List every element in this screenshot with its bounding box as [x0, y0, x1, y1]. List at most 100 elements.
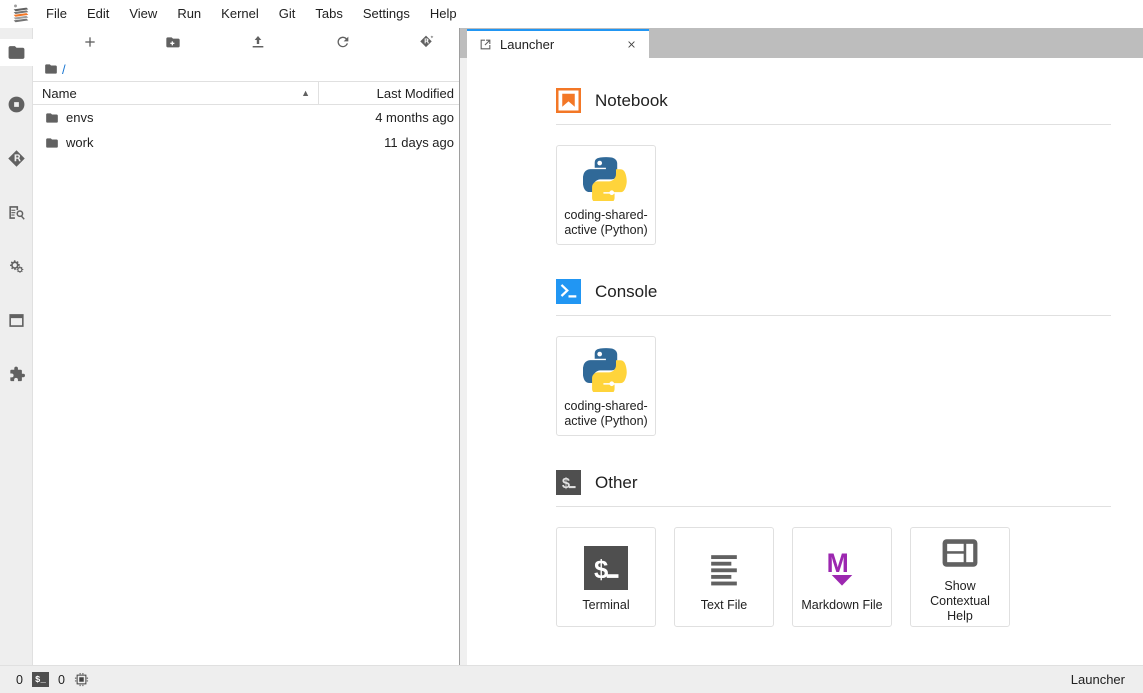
menu-help[interactable]: Help [421, 3, 466, 25]
launcher-card-show-contextual-help[interactable]: Show Contextual Help [910, 527, 1010, 627]
launcher-card-label: Show Contextual Help [917, 579, 1003, 624]
refresh-button[interactable] [329, 30, 357, 54]
table-row[interactable]: work 11 days ago [33, 130, 459, 155]
python-logo-icon [583, 343, 629, 395]
jupyterlab-window: File Edit View Run Kernel Git Tabs Setti… [0, 0, 1143, 693]
launcher-card-terminal[interactable]: $ Terminal [556, 527, 656, 627]
menu-git[interactable]: Git [270, 3, 305, 25]
breadcrumb[interactable]: / [33, 57, 459, 81]
launcher-card-label: Markdown File [801, 598, 882, 613]
file-browser-panel: / Name ▲ Last Modified envs 4 months ago… [33, 28, 460, 665]
launcher-section-console: Console cod [467, 279, 1143, 436]
file-row-name-cell: envs [33, 110, 319, 125]
folder-icon [45, 111, 59, 125]
upload-icon [250, 34, 266, 50]
launcher-card-console-kernel[interactable]: coding-shared-active (Python) [556, 336, 656, 436]
section-title-console: Console [595, 282, 657, 302]
menu-edit[interactable]: Edit [78, 3, 118, 25]
file-name-label: envs [66, 110, 93, 125]
sidebar-item-open-tabs[interactable] [0, 307, 33, 334]
close-icon [626, 39, 637, 50]
menu-tabs[interactable]: Tabs [306, 3, 351, 25]
terminal-dollar-icon[interactable]: $_ [32, 672, 49, 687]
menu-bar: File Edit View Run Kernel Git Tabs Setti… [0, 0, 1143, 29]
activity-bar [0, 28, 33, 665]
gears-icon [7, 257, 26, 276]
file-name-label: work [66, 135, 93, 150]
sidebar-item-file-browser[interactable] [0, 39, 34, 66]
file-modified-label: 11 days ago [319, 135, 459, 150]
plus-icon [82, 34, 98, 50]
terminal-dollar-icon: $ [584, 542, 628, 594]
sidebar-item-running-sessions[interactable] [0, 91, 33, 118]
main-area: Launcher [460, 28, 1143, 665]
sort-ascending-icon: ▲ [301, 88, 310, 98]
new-launcher-button[interactable] [76, 30, 104, 54]
upload-files-button[interactable] [244, 30, 272, 54]
sidebar-item-git[interactable] [0, 145, 33, 172]
file-list: envs 4 months ago work 11 days ago [33, 105, 459, 155]
window-icon [7, 311, 26, 330]
menu-kernel[interactable]: Kernel [212, 3, 268, 25]
card-row-other: $ Terminal [556, 527, 1143, 627]
launcher-card-markdown-file[interactable]: M Markdown File [792, 527, 892, 627]
menu-run[interactable]: Run [168, 3, 210, 25]
puzzle-piece-icon [7, 365, 26, 384]
sidebar-item-document-search[interactable] [0, 199, 33, 226]
tab-bar: Launcher [460, 28, 1143, 58]
launcher-section-notebook: Notebook co [467, 88, 1143, 245]
new-folder-button[interactable] [159, 30, 187, 54]
status-bar: 0 $_ 0 Launcher [0, 665, 1143, 693]
file-row-name-cell: work [33, 135, 319, 150]
contextual-help-icon [938, 531, 982, 575]
section-title-other: Other [595, 473, 638, 493]
svg-text:$: $ [594, 556, 609, 585]
sidebar-item-commands[interactable] [0, 253, 33, 280]
status-bar-current-view[interactable]: Launcher [1071, 672, 1143, 687]
launcher-card-label: coding-shared-active (Python) [563, 399, 649, 429]
folder-icon [7, 43, 26, 62]
terminal-dollar-icon: $ [556, 470, 581, 495]
sidebar-item-extension-manager[interactable] [0, 361, 33, 388]
section-header-notebook: Notebook [556, 88, 1111, 125]
file-list-header: Name ▲ Last Modified [33, 81, 459, 105]
breadcrumb-root-path[interactable]: / [62, 62, 66, 77]
column-header-name-label: Name [42, 86, 77, 101]
git-clone-button[interactable] [413, 30, 441, 54]
menu-file[interactable]: File [37, 3, 76, 25]
console-prompt-icon [556, 279, 581, 304]
menu-view[interactable]: View [120, 3, 166, 25]
git-diamond-icon [7, 149, 26, 168]
section-header-console: Console [556, 279, 1111, 316]
git-clone-icon [419, 34, 435, 50]
launcher-card-notebook-kernel[interactable]: coding-shared-active (Python) [556, 145, 656, 245]
text-lines-icon [702, 542, 746, 594]
cpu-chip-icon[interactable] [74, 672, 89, 687]
status-bar-left: 0 $_ 0 [0, 672, 89, 687]
terminal-count[interactable]: 0 [58, 673, 65, 687]
svg-text:M: M [827, 548, 849, 578]
document-search-icon [7, 203, 26, 222]
column-header-name[interactable]: Name ▲ [33, 82, 319, 104]
launcher-card-label: Terminal [582, 598, 629, 613]
stop-circle-icon [7, 95, 26, 114]
column-header-last-modified[interactable]: Last Modified [319, 86, 459, 101]
tab-launcher[interactable]: Launcher [467, 29, 649, 58]
menu-settings[interactable]: Settings [354, 3, 419, 25]
launcher-card-text-file[interactable]: Text File [674, 527, 774, 627]
file-browser-toolbar [33, 28, 459, 57]
table-row[interactable]: envs 4 months ago [33, 105, 459, 130]
tab-close-button[interactable] [623, 37, 639, 53]
new-folder-icon [165, 34, 181, 50]
launcher-section-other: $ Other $ [467, 470, 1143, 627]
section-header-other: $ Other [556, 470, 1111, 507]
refresh-icon [335, 34, 351, 50]
section-title-notebook: Notebook [595, 91, 668, 111]
launcher-card-label: coding-shared-active (Python) [563, 208, 649, 238]
kernel-count[interactable]: 0 [16, 673, 23, 687]
card-row-notebook: coding-shared-active (Python) [556, 145, 1143, 245]
tab-launcher-label: Launcher [500, 37, 554, 52]
python-logo-icon [583, 152, 629, 204]
markdown-icon: M [820, 542, 864, 594]
tab-launcher-content: Launcher [479, 37, 554, 52]
